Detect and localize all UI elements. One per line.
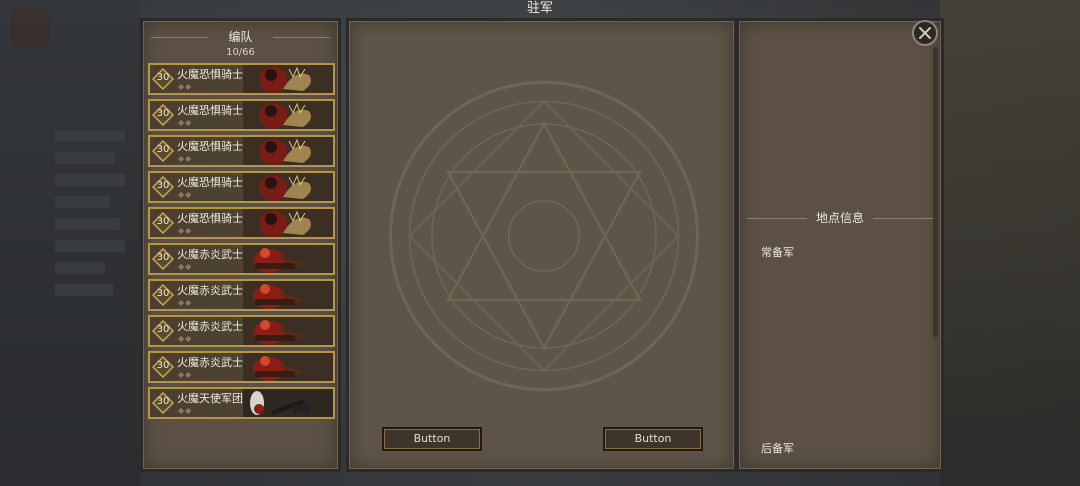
unit-level: 30 <box>156 72 170 83</box>
unit-name: 火魔恐惧骑士 <box>177 140 243 153</box>
formation-panel: 编队 10/66 30 火魔恐惧骑士 ◆◆ 30 火魔恐惧骑士 ◆◆ 30 火魔恐惧骑士 ◆◆ 3… <box>140 18 341 472</box>
rank-diamonds-icon: ◆◆ <box>178 154 193 163</box>
location-info-panel: 地点信息 常备军 后备军 <box>736 18 944 472</box>
unit-name: 火魔赤炎武士 <box>177 356 243 369</box>
unit-portrait <box>243 389 333 417</box>
unit-row[interactable]: 30 火魔赤炎武士 ◆◆ <box>148 279 335 311</box>
unit-row[interactable]: 30 火魔赤炎武士 ◆◆ <box>148 351 335 383</box>
arcane-circle-icon <box>388 80 700 392</box>
rear-reserve-label: 后备军 <box>761 442 794 455</box>
close-button[interactable] <box>912 20 938 46</box>
level-badge: 30 <box>152 392 174 414</box>
rank-diamonds-icon: ◆◆ <box>178 298 193 307</box>
location-info-header: 地点信息 <box>747 211 933 225</box>
left-action-button[interactable]: Button <box>382 427 482 451</box>
rank-diamonds-icon: ◆◆ <box>178 370 193 379</box>
unit-level: 30 <box>156 216 170 227</box>
rank-diamonds-icon: ◆◆ <box>178 82 193 91</box>
unit-name: 火魔恐惧骑士 <box>177 68 243 81</box>
level-badge: 30 <box>152 140 174 162</box>
unit-portrait <box>243 137 333 165</box>
unit-level: 30 <box>156 252 170 263</box>
level-badge: 30 <box>152 248 174 270</box>
unit-portrait <box>243 317 333 345</box>
background-ghost-item <box>55 174 125 186</box>
level-badge: 30 <box>152 284 174 306</box>
unit-name: 火魔恐惧骑士 <box>177 212 243 225</box>
location-scrollbar[interactable] <box>933 47 938 337</box>
level-badge: 30 <box>152 104 174 126</box>
background-ghost-item <box>55 240 125 252</box>
garrison-panel: Button Button <box>346 18 737 472</box>
rank-diamonds-icon: ◆◆ <box>178 262 193 271</box>
rank-diamonds-icon: ◆◆ <box>178 226 193 235</box>
unit-row[interactable]: 30 火魔恐惧骑士 ◆◆ <box>148 99 335 131</box>
rank-diamonds-icon: ◆◆ <box>178 190 193 199</box>
regular-reserve-label: 常备军 <box>761 246 794 259</box>
unit-list: 30 火魔恐惧骑士 ◆◆ 30 火魔恐惧骑士 ◆◆ 30 火魔恐惧骑士 ◆◆ 30 火魔恐惧骑士 ◆◆… <box>148 63 335 423</box>
unit-level: 30 <box>156 288 170 299</box>
unit-level: 30 <box>156 180 170 191</box>
unit-level: 30 <box>156 360 170 371</box>
unit-row[interactable]: 30 火魔恐惧骑士 ◆◆ <box>148 135 335 167</box>
level-badge: 30 <box>152 68 174 90</box>
unit-level: 30 <box>156 144 170 155</box>
close-icon <box>919 27 931 39</box>
level-badge: 30 <box>152 320 174 342</box>
unit-name: 火魔恐惧骑士 <box>177 176 243 189</box>
window-title: 驻军 <box>526 1 553 16</box>
background-ghost-item <box>55 130 125 142</box>
unit-portrait <box>243 101 333 129</box>
rank-diamonds-icon: ◆◆ <box>178 118 193 127</box>
unit-row[interactable]: 30 火魔赤炎武士 ◆◆ <box>148 243 335 275</box>
unit-portrait <box>243 173 333 201</box>
unit-name: 火魔赤炎武士 <box>177 248 243 261</box>
unit-row[interactable]: 30 火魔恐惧骑士 ◆◆ <box>148 171 335 203</box>
level-badge: 30 <box>152 176 174 198</box>
unit-name: 火魔恐惧骑士 <box>177 104 243 117</box>
background-ghost-item <box>55 218 120 230</box>
background-ghost-item <box>55 262 105 274</box>
unit-level: 30 <box>156 324 170 335</box>
background-ghost-item <box>55 284 113 296</box>
unit-name: 火魔天使军团 <box>177 392 243 405</box>
formation-count: 10/66 <box>226 47 255 58</box>
background-right-strip <box>940 0 1080 486</box>
level-badge: 30 <box>152 212 174 234</box>
background-ghost-item <box>55 196 110 208</box>
unit-portrait <box>243 353 333 381</box>
level-badge: 30 <box>152 356 174 378</box>
unit-level: 30 <box>156 396 170 407</box>
unit-name: 火魔赤炎武士 <box>177 320 243 333</box>
unit-level: 30 <box>156 108 170 119</box>
unit-portrait <box>243 209 333 237</box>
unit-row[interactable]: 30 火魔恐惧骑士 ◆◆ <box>148 63 335 95</box>
unit-portrait <box>243 245 333 273</box>
formation-header: 编队 <box>151 30 330 44</box>
unit-row[interactable]: 30 火魔赤炎武士 ◆◆ <box>148 315 335 347</box>
rank-diamonds-icon: ◆◆ <box>178 334 193 343</box>
unit-portrait <box>243 281 333 309</box>
unit-name: 火魔赤炎武士 <box>177 284 243 297</box>
right-action-button[interactable]: Button <box>603 427 703 451</box>
unit-portrait <box>243 65 333 93</box>
background-ghost-item <box>55 152 115 164</box>
unit-row[interactable]: 30 火魔天使军团 ◆◆ <box>148 387 335 419</box>
unit-row[interactable]: 30 火魔恐惧骑士 ◆◆ <box>148 207 335 239</box>
rank-diamonds-icon: ◆◆ <box>178 406 193 415</box>
